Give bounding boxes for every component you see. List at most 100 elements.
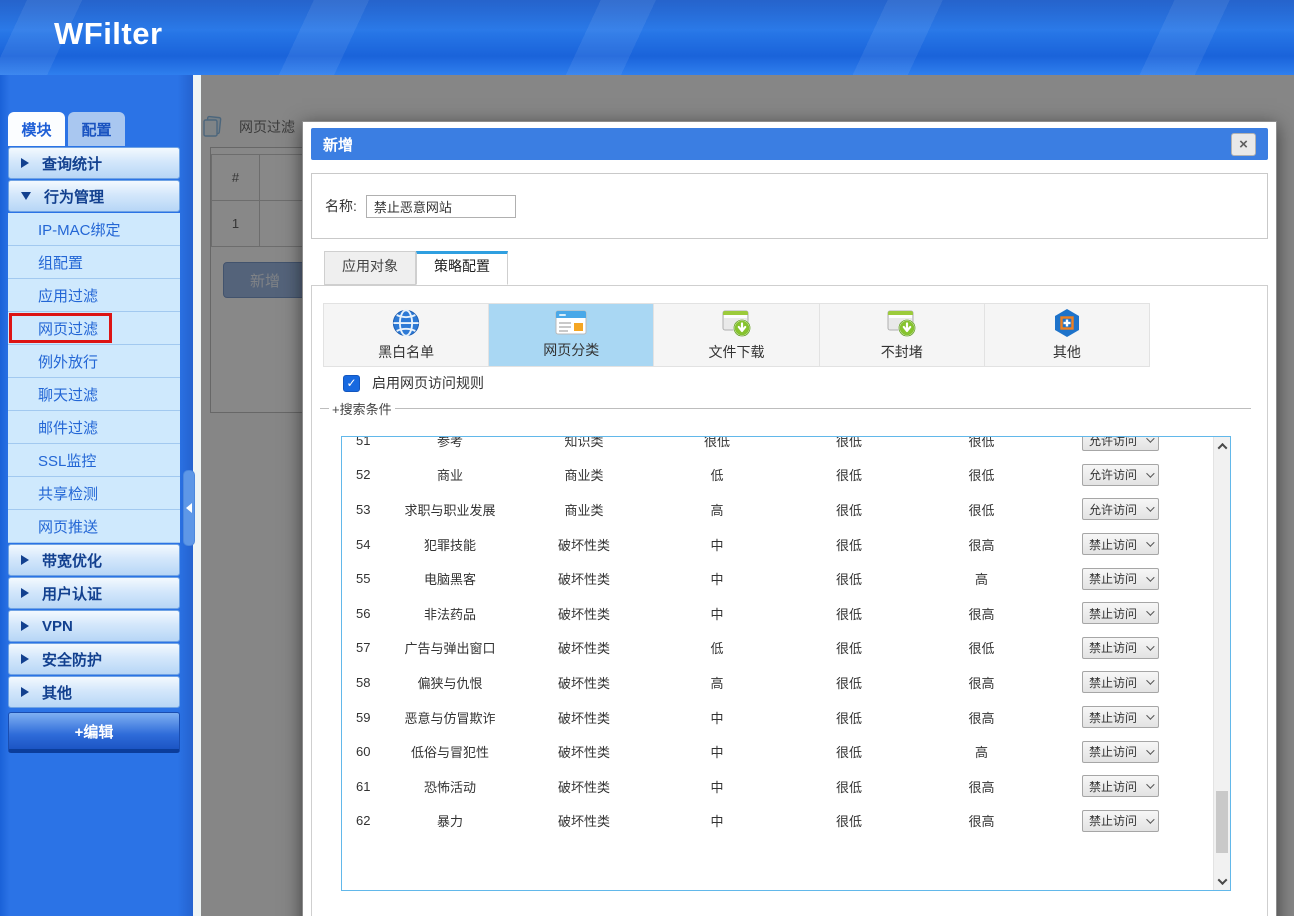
- table-cell: 破坏性类: [517, 604, 651, 623]
- table-cell: 商业类: [517, 500, 651, 519]
- table-cell: 破坏性类: [517, 742, 651, 761]
- sidebar-item-网页推送[interactable]: 网页推送: [8, 510, 180, 543]
- table-cell: 商业类: [517, 465, 651, 484]
- scroll-up-icon[interactable]: [1214, 438, 1231, 454]
- action-select[interactable]: 禁止访问: [1082, 775, 1159, 797]
- table-scrollbar[interactable]: [1213, 437, 1230, 890]
- sidebar-item-组配置[interactable]: 组配置: [8, 246, 180, 279]
- sidebar-item-查询统计[interactable]: 查询统计: [8, 147, 180, 179]
- table-cell: 53: [343, 502, 383, 517]
- action-select[interactable]: 禁止访问: [1082, 741, 1159, 763]
- table-cell: 高: [915, 742, 1048, 761]
- scrollbar-thumb[interactable]: [1216, 791, 1228, 853]
- chevron-right-icon: [21, 588, 29, 598]
- collapse-left-icon: [186, 503, 192, 513]
- action-select[interactable]: 允许访问: [1082, 436, 1159, 451]
- chevron-down-icon: [1146, 538, 1154, 546]
- sidebar-item-应用过滤[interactable]: 应用过滤: [8, 279, 180, 312]
- sidebar-item-网页过滤[interactable]: 网页过滤: [8, 312, 180, 345]
- sidebar-item-label: 例外放行: [38, 351, 98, 372]
- table-row: 58偏狭与仇恨破坏性类高很低很高禁止访问: [343, 665, 1212, 700]
- toolbar-item-网页分类[interactable]: 网页分类: [489, 304, 654, 366]
- table-row: 53求职与职业发展商业类高很低很低允许访问: [343, 492, 1212, 527]
- table-cell: 56: [343, 606, 383, 621]
- table-cell: 破坏性类: [517, 673, 651, 692]
- action-select[interactable]: 禁止访问: [1082, 602, 1159, 624]
- sidebar-item-其他[interactable]: 其他: [8, 676, 180, 708]
- table-cell: 中: [651, 811, 783, 830]
- action-select[interactable]: 禁止访问: [1082, 671, 1159, 693]
- table-row: 59恶意与仿冒欺诈破坏性类中很低很高禁止访问: [343, 700, 1212, 735]
- table-cell: 55: [343, 571, 383, 586]
- enable-rule-checkbox[interactable]: ✓: [343, 375, 360, 392]
- table-cell: 很高: [915, 811, 1048, 830]
- sidebar-menu: 查询统计行为管理 IP-MAC绑定组配置应用过滤网页过滤例外放行聊天过滤邮件过滤 S…: [8, 147, 180, 708]
- table-row: 60低俗与冒犯性破坏性类中很低高禁止访问: [343, 734, 1212, 769]
- action-select[interactable]: 允许访问: [1082, 498, 1159, 520]
- chevron-down-icon: [1146, 642, 1154, 650]
- table-cell: 广告与弹出窗口: [383, 638, 517, 657]
- action-select-value: 禁止访问: [1089, 674, 1137, 691]
- action-select[interactable]: 禁止访问: [1082, 533, 1159, 555]
- table-row: 62暴力破坏性类中很低很高禁止访问: [343, 804, 1212, 839]
- sidebar-item-label: 邮件过滤: [38, 417, 98, 438]
- tab-policy-config[interactable]: 策略配置: [416, 251, 508, 285]
- hexagon-plus-icon: [1053, 308, 1081, 341]
- sidebar-item-label: 行为管理: [44, 186, 104, 207]
- table-cell: 很低: [783, 811, 915, 830]
- action-select[interactable]: 禁止访问: [1082, 810, 1159, 832]
- toolbar-item-不封堵[interactable]: 不封堵: [820, 304, 985, 366]
- action-select[interactable]: 禁止访问: [1082, 637, 1159, 659]
- sidebar-item-聊天过滤[interactable]: 聊天过滤: [8, 378, 180, 411]
- table-cell: 高: [651, 500, 783, 519]
- sidebar-item-VPN[interactable]: VPN: [8, 610, 180, 642]
- sidebar-item-安全防护[interactable]: 安全防护: [8, 643, 180, 675]
- sidebar-item-共享检测[interactable]: 共享检测: [8, 477, 180, 510]
- sidebar-item-邮件过滤[interactable]: 邮件过滤: [8, 411, 180, 444]
- table-cell: 中: [651, 569, 783, 588]
- table-cell: 很低: [783, 465, 915, 484]
- sidebar-tab-modules[interactable]: 模块: [8, 112, 65, 146]
- sidebar-item-带宽优化[interactable]: 带宽优化: [8, 544, 180, 576]
- table-cell: 很高: [915, 777, 1048, 796]
- action-select[interactable]: 禁止访问: [1082, 706, 1159, 728]
- action-select[interactable]: 允许访问: [1082, 464, 1159, 486]
- table-cell: 很高: [915, 673, 1048, 692]
- sidebar-tab-config[interactable]: 配置: [68, 112, 125, 146]
- sidebar-item-例外放行[interactable]: 例外放行: [8, 345, 180, 378]
- table-cell: 中: [651, 708, 783, 727]
- sidebar-item-label: 组配置: [38, 252, 83, 273]
- table-cell: 知识类: [517, 436, 651, 450]
- action-select[interactable]: 禁止访问: [1082, 568, 1159, 590]
- table-cell: 很低: [915, 436, 1048, 450]
- download-icon: [721, 308, 753, 341]
- sidebar-collapse-handle[interactable]: [183, 470, 195, 546]
- name-input[interactable]: [366, 195, 516, 218]
- sidebar-item-label: SSL监控: [38, 450, 96, 471]
- scroll-down-icon[interactable]: [1214, 873, 1231, 889]
- table-row: 52商业商业类低很低很低允许访问: [343, 458, 1212, 493]
- table-cell: 很低: [783, 777, 915, 796]
- search-conditions-toggle[interactable]: +搜索条件: [332, 399, 392, 418]
- sidebar-item-行为管理[interactable]: 行为管理: [8, 180, 180, 212]
- chevron-down-icon: [21, 192, 31, 200]
- toolbar-item-黑白名单[interactable]: 黑白名单: [324, 304, 489, 366]
- chevron-down-icon: [1146, 573, 1154, 581]
- table-cell: 电脑黑客: [383, 569, 517, 588]
- table-cell: 犯罪技能: [383, 535, 517, 554]
- toolbar-item-文件下载[interactable]: 文件下载: [654, 304, 819, 366]
- sidebar-item-SSL监控[interactable]: SSL监控: [8, 444, 180, 477]
- toolbar-item-其他[interactable]: 其他: [985, 304, 1149, 366]
- table-cell: 低: [651, 638, 783, 657]
- table-cell: 破坏性类: [517, 535, 651, 554]
- sidebar-item-IP-MAC绑定[interactable]: IP-MAC绑定: [8, 213, 180, 246]
- close-icon[interactable]: ×: [1231, 133, 1256, 156]
- table-row: 57广告与弹出窗口破坏性类低很低很低禁止访问: [343, 631, 1212, 666]
- chevron-right-icon: [21, 158, 29, 168]
- sidebar-edit-button[interactable]: +编辑: [8, 712, 180, 753]
- chevron-down-icon: [1146, 436, 1154, 443]
- table-cell: 高: [915, 569, 1048, 588]
- tab-apply-objects[interactable]: 应用对象: [324, 251, 416, 285]
- sidebar-item-用户认证[interactable]: 用户认证: [8, 577, 180, 609]
- table-cell: 62: [343, 813, 383, 828]
